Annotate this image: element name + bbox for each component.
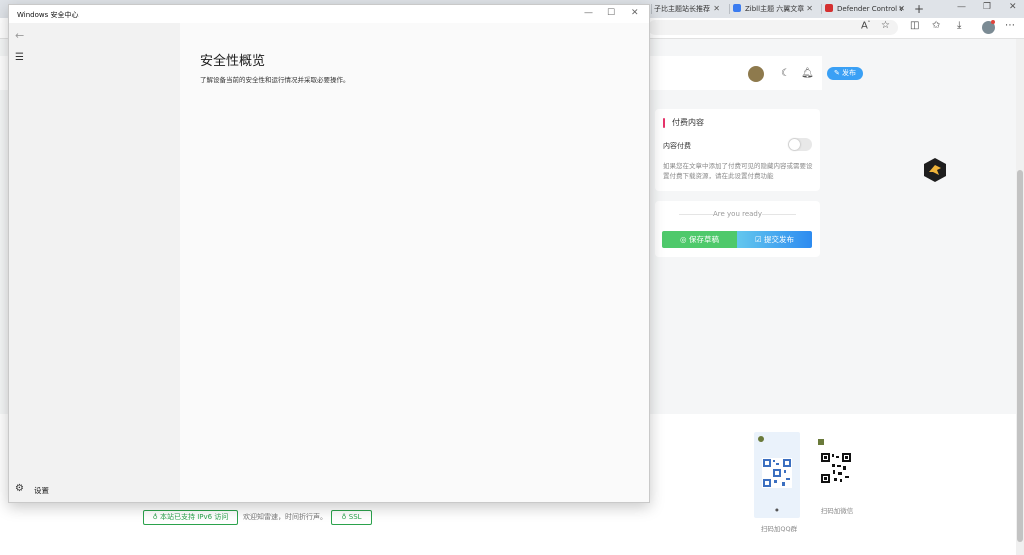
qq-logo-icon: ● xyxy=(775,507,779,512)
tab-separator xyxy=(651,4,652,14)
window-title: Windows 安全中心 xyxy=(17,11,79,19)
tab-label: 子比主题站长推荐 xyxy=(654,5,710,13)
download-icon[interactable]: ⤓ xyxy=(957,20,961,31)
wechat-label: 扫码加微信 xyxy=(820,507,854,515)
settings-label[interactable]: 设置 xyxy=(34,485,49,496)
favorites-icon[interactable]: ✩ xyxy=(932,20,940,31)
tab-zibll-recommend[interactable]: 子比主题站长推荐 ✕ xyxy=(654,2,724,16)
tab-defender-control[interactable]: Defender Control v ✕ xyxy=(825,2,909,16)
tab-label: Defender Control v xyxy=(837,5,904,13)
close-tab-icon[interactable]: ✕ xyxy=(713,2,720,16)
close-tab-icon[interactable]: ✕ xyxy=(898,2,905,16)
close-tab-icon[interactable]: ✕ xyxy=(806,2,813,16)
tab-zibll-theme[interactable]: Zibll主题 六翼文章 ✕ xyxy=(733,2,817,16)
more-menu-icon[interactable]: ⋯ xyxy=(1005,20,1015,31)
dark-mode-icon[interactable]: ☾ xyxy=(781,68,790,79)
wechat-qr-code-icon xyxy=(820,452,852,484)
floating-logo-icon[interactable] xyxy=(922,157,948,183)
new-tab-button[interactable]: + xyxy=(914,1,924,17)
tab-separator xyxy=(729,4,730,14)
paid-content-card: 付费内容 内容付费 如果您在文章中添加了付费可见的隐藏内容或需要设置付费下载资源… xyxy=(655,109,820,191)
toggle-knob xyxy=(789,139,800,150)
maximize-icon[interactable]: ☐ xyxy=(607,8,615,18)
tab-favicon-icon xyxy=(733,4,741,12)
main-content: 安全性概览 了解设备当前的安全性和运行情况并采取必要操作。 xyxy=(180,23,649,502)
window-titlebar[interactable]: Windows 安全中心 — ☐ ✕ xyxy=(9,5,649,23)
close-window-icon[interactable]: ✕ xyxy=(631,8,639,18)
read-aloud-icon[interactable]: Aᵃ xyxy=(861,20,870,31)
wechat-avatar xyxy=(818,439,824,445)
qq-qr-code-icon xyxy=(762,458,792,488)
scrollbar-thumb[interactable] xyxy=(1017,170,1023,542)
maximize-icon[interactable]: ❐ xyxy=(983,2,991,12)
save-draft-button[interactable]: ◎ 保存草稿 xyxy=(662,231,737,248)
windows-security-window: Windows 安全中心 — ☐ ✕ ← ☰ ⚙ 设置 安全性概览 了解设备当前… xyxy=(8,4,650,503)
footer-tagline: 欢迎知雷速，时间折行声。 xyxy=(243,513,327,521)
navigation-pane: ← ☰ ⚙ 设置 xyxy=(9,23,180,502)
hamburger-menu-icon[interactable]: ☰ xyxy=(15,52,24,63)
ssl-label: SSL xyxy=(348,513,362,521)
ssl-badge[interactable]: ♁ SSL xyxy=(331,510,372,525)
user-avatar[interactable] xyxy=(748,66,764,82)
publish-label: 发布 xyxy=(842,69,857,77)
submit-publish-button[interactable]: ☑ 提交发布 xyxy=(737,231,812,248)
ipv6-label: 本站已支持 IPv6 访问 xyxy=(160,513,229,521)
publish-button[interactable]: ✎ 发布 xyxy=(827,67,863,80)
minimize-icon[interactable]: — xyxy=(957,2,966,12)
paid-description: 如果您在文章中添加了付费可见的隐藏内容或需要设置付费下载资源，请在此设置付费功能 xyxy=(663,162,813,180)
split-screen-icon[interactable]: ◫ xyxy=(910,20,919,31)
qq-group-qr-card: ● xyxy=(754,432,800,518)
save-draft-label: 保存草稿 xyxy=(688,235,719,244)
section-accent-bar xyxy=(663,118,665,128)
paid-content-title: 付费内容 xyxy=(672,118,704,127)
close-window-icon[interactable]: ✕ xyxy=(1009,2,1017,12)
wechat-qr-card xyxy=(815,436,859,496)
submit-publish-label: 提交发布 xyxy=(764,235,795,244)
ipv6-badge[interactable]: ♁ 本站已支持 IPv6 访问 xyxy=(143,510,238,525)
paid-toggle-label: 内容付费 xyxy=(663,142,691,150)
paid-toggle[interactable] xyxy=(788,138,812,151)
page-subtitle: 了解设备当前的安全性和运行情况并采取必要操作。 xyxy=(200,76,350,84)
settings-gear-icon[interactable]: ⚙ xyxy=(15,483,24,494)
publish-card: Are you ready ◎ 保存草稿 ☑ 提交发布 xyxy=(655,201,820,257)
page-title: 安全性概览 xyxy=(200,54,266,69)
qq-group-label: 扫码加QQ群 xyxy=(760,525,798,533)
tab-separator xyxy=(821,4,822,14)
tab-favicon-icon xyxy=(825,4,833,12)
tab-label: Zibll主题 六翼文章 xyxy=(745,5,805,13)
favorite-star-icon[interactable]: ☆ xyxy=(881,20,890,31)
qq-avatar xyxy=(758,436,764,442)
notification-dot xyxy=(991,20,995,24)
minimize-icon[interactable]: — xyxy=(584,8,593,18)
back-arrow-icon[interactable]: ← xyxy=(15,29,24,42)
divider xyxy=(762,214,796,215)
bell-icon[interactable]: 🔔︎ xyxy=(801,68,814,79)
